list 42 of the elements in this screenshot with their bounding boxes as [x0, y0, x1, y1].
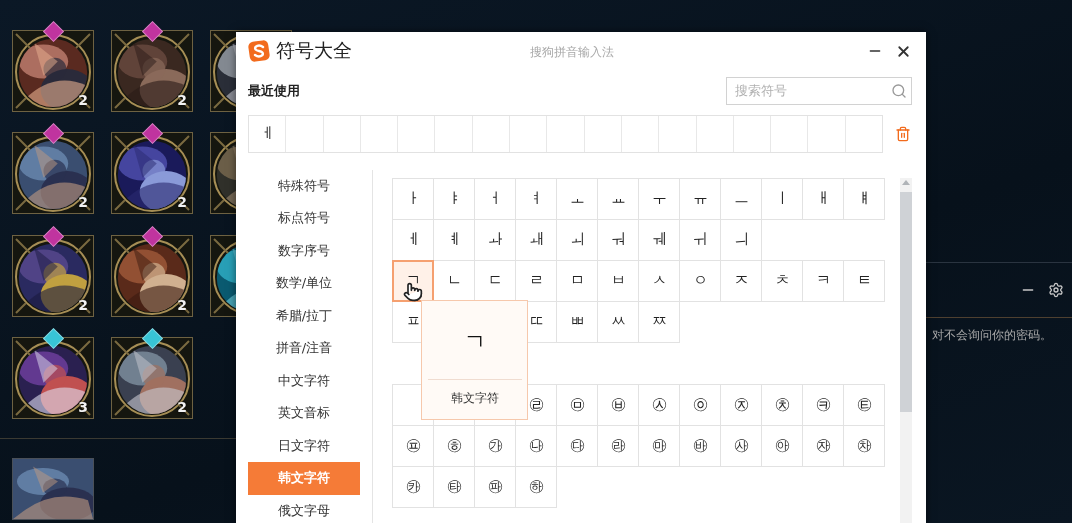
search-icon[interactable] [891, 82, 907, 99]
app-name: 搜狗拼音输入法 [530, 44, 614, 61]
symbol-cell[interactable]: ㅋ [802, 259, 844, 302]
symbol-cell[interactable]: ㉸ [392, 465, 434, 508]
tile-count: 2 [78, 194, 88, 211]
symbol-cell[interactable]: ㉷ [843, 424, 885, 467]
preview-symbol: ㄱ [463, 327, 486, 356]
category-item[interactable]: 数字序号 [248, 234, 360, 267]
symbol-cell[interactable]: ㅏ [392, 177, 434, 220]
settings-icon[interactable] [1048, 282, 1064, 298]
symbol-cell[interactable]: ㅌ [843, 259, 885, 302]
scrollbar[interactable] [900, 177, 912, 523]
category-item[interactable]: 希腊/拉丁 [248, 299, 360, 332]
tile-count: 3 [78, 398, 88, 415]
category-item[interactable]: 标点符号 [248, 202, 360, 235]
category-item[interactable]: 俄文字母 [248, 494, 360, 523]
search-field[interactable]: 搜索符号 [726, 76, 912, 105]
category-item[interactable]: 拼音/注音 [248, 332, 360, 365]
tile-count: 2 [177, 92, 187, 108]
logo-icon [248, 40, 270, 63]
tile-count: 2 [78, 296, 88, 313]
category-item[interactable]: 中文字符 [248, 364, 360, 397]
category-item[interactable]: 英文音标 [248, 397, 360, 430]
tile-count: 2 [78, 92, 88, 108]
symbol-cell[interactable]: ㅣ [761, 177, 803, 220]
dialog-title: 符号大全 [276, 38, 352, 64]
symbol-cell[interactable]: ㅐ [802, 177, 844, 220]
symbol-cell[interactable]: ㉫ [843, 383, 885, 426]
recent-label: 最近使用 [248, 81, 300, 100]
trash-icon[interactable] [895, 125, 912, 142]
tile-count: 2 [177, 194, 187, 211]
category-item[interactable]: 日文字符 [248, 429, 360, 462]
tile-count: 2 [177, 398, 187, 415]
symbol-cell[interactable]: ㅉ [638, 300, 680, 343]
tile-count: 2 [177, 296, 187, 313]
category-item[interactable]: 特殊符号 [248, 169, 360, 202]
symbol-cell[interactable]: ㅊ [761, 259, 803, 302]
category-item[interactable]: 数学/单位 [248, 267, 360, 300]
preview-label: 韩文字符 [427, 378, 522, 407]
notice-text: 对不会询问你的密码。 [931, 327, 1053, 344]
symbol-cell[interactable]: ㅒ [843, 177, 885, 220]
symbol-cell[interactable]: ㉻ [515, 465, 557, 508]
